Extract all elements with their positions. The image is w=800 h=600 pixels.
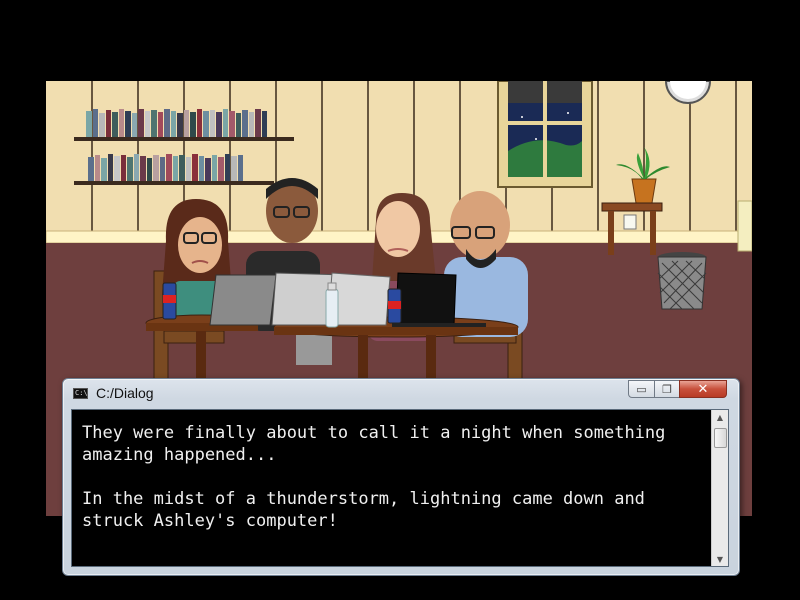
scroll-thumb[interactable]: [714, 428, 727, 448]
window-title: C:/Dialog: [96, 385, 154, 401]
trash-can-icon: [657, 252, 707, 310]
minimize-button[interactable]: ▭: [628, 380, 655, 398]
title-bar[interactable]: C:\ C:/Dialog ▭ ❐ ✕: [63, 379, 739, 407]
window-icon: [497, 81, 593, 188]
wall-object: [737, 200, 752, 252]
scroll-down-arrow-icon[interactable]: ▼: [712, 552, 728, 566]
dialog-window: C:\ C:/Dialog ▭ ❐ ✕ They were finally ab…: [62, 378, 740, 576]
vertical-scrollbar[interactable]: ▲ ▼: [711, 410, 728, 566]
maximize-button[interactable]: ❐: [654, 380, 680, 398]
console-area[interactable]: They were finally about to call it a nig…: [71, 409, 729, 567]
console-icon-label: C:\: [75, 389, 88, 397]
console-icon: C:\: [73, 388, 88, 399]
laptop-icon: [209, 272, 486, 327]
close-button[interactable]: ✕: [679, 380, 727, 398]
dialog-text: They were finally about to call it a nig…: [82, 423, 666, 531]
scroll-up-arrow-icon[interactable]: ▲: [712, 410, 728, 424]
water-bottle: [325, 282, 339, 328]
